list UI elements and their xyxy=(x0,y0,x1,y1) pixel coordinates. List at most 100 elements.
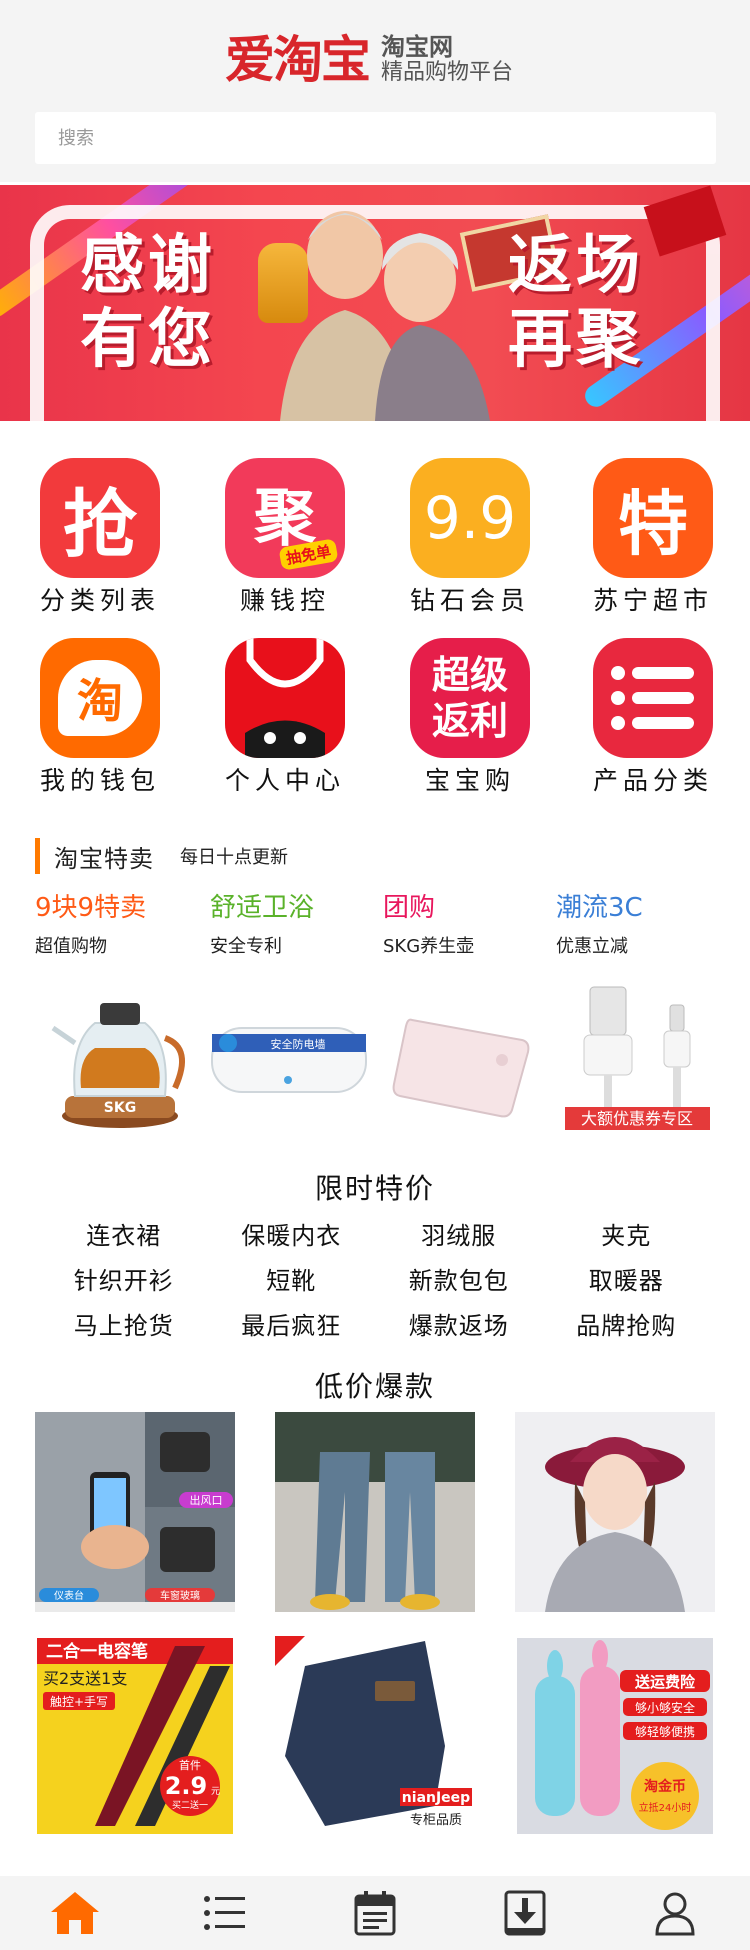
deal-title: 团购 xyxy=(383,893,436,923)
grid-item-label: 钻石会员 xyxy=(409,586,530,615)
grid-item-label: 宝宝购 xyxy=(424,766,515,795)
svg-text:首件: 首件 xyxy=(179,1758,201,1772)
kettle-image[interactable]: SKG xyxy=(45,988,195,1130)
svg-text:二合一电容笔: 二合一电容笔 xyxy=(46,1641,148,1662)
link-row: 针织开衫 短靴 新款包包 取暖器 xyxy=(40,1256,710,1301)
product-power-bank[interactable]: 送运费险 够小够安全 够轻够便携 淘金币 立抵24小时 xyxy=(515,1636,715,1836)
deal-subtitle: 优惠立减 xyxy=(556,936,628,957)
grid-item-label: 我的钱包 xyxy=(39,766,160,795)
elderly-couple-image xyxy=(280,211,490,421)
svg-text:车窗玻璃: 车窗玻璃 xyxy=(160,1589,200,1602)
section-subtitle: 每日十点更新 xyxy=(180,847,288,868)
link-brand-sale[interactable]: 品牌抢购 xyxy=(543,1306,711,1341)
svg-text:nianJeep: nianJeep xyxy=(402,1790,470,1806)
link-row: 连衣裙 保暖内衣 羽绒服 夹克 xyxy=(40,1211,710,1256)
link-cardigan[interactable]: 针织开衫 xyxy=(40,1261,208,1296)
product-car-phone-holder[interactable]: 出风口 仪表台 车窗玻璃 xyxy=(35,1412,235,1612)
calendar-icon xyxy=(354,1891,396,1936)
product-womens-sweater[interactable] xyxy=(515,1412,715,1612)
svg-text:仪表台: 仪表台 xyxy=(54,1589,84,1602)
list-icon xyxy=(204,1896,245,1930)
link-hot-return[interactable]: 爆款返场 xyxy=(375,1306,543,1341)
logo[interactable]: 爱淘宝 淘宝网 精品购物平台 xyxy=(225,30,513,90)
nav-download[interactable] xyxy=(450,1876,600,1950)
taobao-icon: 淘 xyxy=(40,638,160,758)
product-nianjeep-jeans[interactable]: nianJeep 专柜品质 xyxy=(275,1636,475,1836)
link-dress[interactable]: 连衣裙 xyxy=(40,1216,208,1251)
link-last-crazy[interactable]: 最后疯狂 xyxy=(208,1306,376,1341)
nav-calendar[interactable] xyxy=(300,1876,450,1950)
link-grab-now[interactable]: 马上抢货 xyxy=(40,1306,208,1341)
link-thermal-underwear[interactable]: 保暖内衣 xyxy=(208,1216,376,1251)
link-new-bags[interactable]: 新款包包 xyxy=(375,1261,543,1296)
price-99-icon: 9.9 xyxy=(410,458,530,578)
grid-item-my-wallet[interactable]: 淘 我的钱包 xyxy=(25,638,175,796)
deal-title: 潮流3C xyxy=(556,893,643,923)
bottom-nav xyxy=(0,1876,750,1950)
svg-text:够轻够便携: 够轻够便携 xyxy=(635,1724,695,1739)
deal-subtitle: SKG养生壶 xyxy=(383,936,475,957)
product-stylus-pen[interactable]: 二合一电容笔 买2支送1支 触控+手写 首件 2.9 元 买二送一 xyxy=(35,1636,235,1836)
logo-side: 淘宝网 精品购物平台 xyxy=(381,34,513,86)
grid-item-diamond-member[interactable]: 9.9 钻石会员 xyxy=(395,458,545,616)
svg-text:2.9: 2.9 xyxy=(165,1772,208,1800)
deal-card-bathroom[interactable]: 舒适卫浴 安全专利 xyxy=(210,892,385,958)
grab-icon: 抢 xyxy=(40,458,160,578)
svg-text:买2支送1支: 买2支送1支 xyxy=(43,1669,127,1688)
grid-item-category-list[interactable]: 抢 分类列表 xyxy=(25,458,175,616)
grid-item-label: 个人中心 xyxy=(224,766,345,795)
grid-item-baby-shop[interactable]: 超级返利 宝宝购 xyxy=(395,638,545,796)
usb-cable-image[interactable]: 大额优惠券专区 xyxy=(560,985,715,1130)
link-heater[interactable]: 取暖器 xyxy=(543,1261,711,1296)
logo-side-subtitle: 精品购物平台 xyxy=(381,60,514,85)
deal-subtitle: 安全专利 xyxy=(210,936,282,957)
grid-item-label: 苏宁超市 xyxy=(592,586,713,615)
nav-list[interactable] xyxy=(150,1876,300,1950)
deal-card-3c[interactable]: 潮流3C 优惠立减 xyxy=(556,892,731,958)
header: 爱淘宝 淘宝网 精品购物平台 xyxy=(0,0,750,182)
grid-item-suning-market[interactable]: 特 苏宁超市 xyxy=(578,458,728,616)
link-jacket[interactable]: 夹克 xyxy=(543,1216,711,1251)
menu-list-icon xyxy=(593,638,713,758)
nav-home[interactable] xyxy=(0,1876,150,1950)
section-title: 淘宝特卖 xyxy=(54,844,154,873)
svg-text:立抵24小时: 立抵24小时 xyxy=(639,1801,692,1814)
user-icon xyxy=(655,1892,695,1936)
search-box[interactable] xyxy=(35,112,716,164)
limited-title: 限时特价 xyxy=(314,1172,435,1205)
svg-text:出风口: 出风口 xyxy=(190,1493,223,1507)
super-rebate-icon: 超级返利 xyxy=(410,638,530,758)
limited-links: 连衣裙 保暖内衣 羽绒服 夹克 针织开衫 短靴 新款包包 取暖器 马上抢货 最后… xyxy=(40,1211,710,1346)
deal-title: 舒适卫浴 xyxy=(210,893,315,923)
banner-text-right-2: 再聚 xyxy=(508,303,644,377)
grid-item-label: 分类列表 xyxy=(39,586,160,615)
nav-user[interactable] xyxy=(600,1876,750,1950)
banner-text-left-1: 感谢 xyxy=(80,229,216,303)
banner-text-right-1: 返场 xyxy=(508,229,644,303)
grid-item-earn-money[interactable]: 聚 抽免单 赚钱控 xyxy=(210,458,360,616)
deal-title: 9块9特卖 xyxy=(35,893,147,923)
svg-text:淘金币: 淘金币 xyxy=(644,1778,686,1795)
special-icon: 特 xyxy=(593,458,713,578)
svg-text:触控+手写: 触控+手写 xyxy=(50,1695,108,1709)
search-input[interactable] xyxy=(35,112,716,164)
link-down-jacket[interactable]: 羽绒服 xyxy=(375,1216,543,1251)
grid-item-personal-center[interactable]: 个人中心 xyxy=(210,638,360,796)
gather-icon: 聚 抽免单 xyxy=(225,458,345,578)
product-mens-jeans[interactable] xyxy=(275,1412,475,1612)
section-header-special: 淘宝特卖 每日十点更新 xyxy=(35,838,288,874)
deal-card-group-buy[interactable]: 团购 SKG养生壶 xyxy=(383,892,558,958)
water-heater-image[interactable]: 安全防电墙 xyxy=(208,1020,370,1100)
link-boots[interactable]: 短靴 xyxy=(208,1261,376,1296)
promo-banner[interactable]: 感谢 有您 返场 再聚 xyxy=(0,185,750,421)
svg-text:SKG: SKG xyxy=(104,1100,136,1116)
tmall-bag-icon xyxy=(225,638,345,758)
download-icon xyxy=(504,1890,546,1936)
svg-text:买二送一: 买二送一 xyxy=(172,1799,208,1811)
home-icon xyxy=(51,1892,99,1934)
lowprice-title: 低价爆款 xyxy=(314,1370,435,1403)
svg-text:够小够安全: 够小够安全 xyxy=(635,1700,695,1715)
grid-item-product-category[interactable]: 产品分类 xyxy=(578,638,728,796)
phone-case-image[interactable] xyxy=(392,1010,532,1120)
deal-card-9yuan[interactable]: 9块9特卖 超值购物 xyxy=(35,892,210,958)
